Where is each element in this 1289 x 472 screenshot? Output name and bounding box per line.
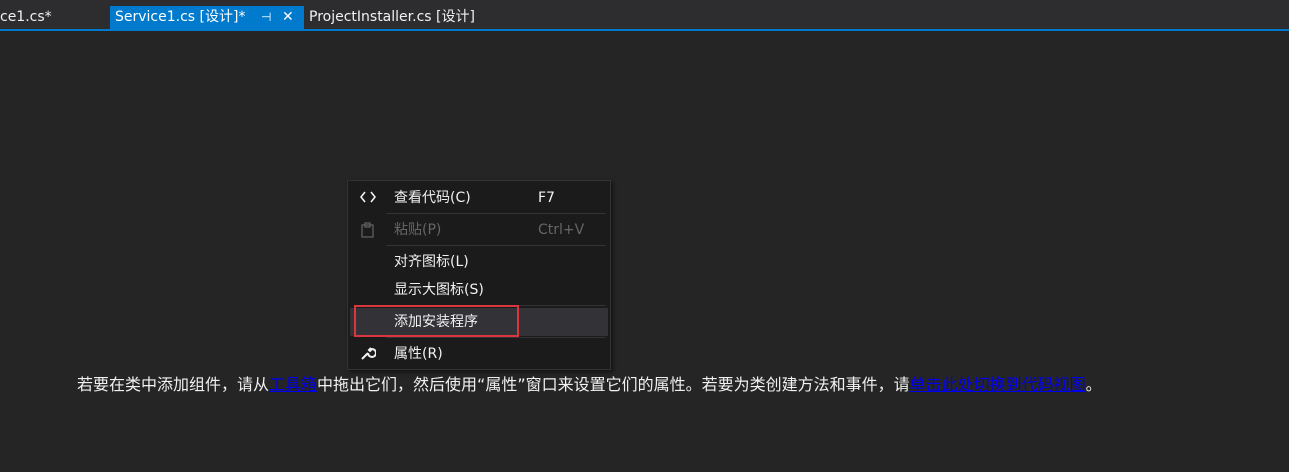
tab-service1-code[interactable]: ce1.cs*: [0, 6, 52, 29]
close-icon[interactable]: ✕: [282, 6, 294, 29]
menu-item-label: 显示大图标(S): [394, 282, 484, 298]
tab-label: ce1.cs*: [0, 9, 52, 25]
menu-item-view-code[interactable]: 查看代码(C) F7: [350, 185, 608, 211]
pin-icon[interactable]: ⊣: [261, 6, 271, 29]
designer-surface[interactable]: [0, 31, 1289, 472]
menu-item-label: 对齐图标(L): [394, 254, 469, 270]
tab-label: ProjectInstaller.cs [设计]: [309, 9, 475, 25]
menu-item-label: 属性(R): [394, 346, 443, 362]
hint-text-3: 。: [1085, 375, 1102, 394]
menu-item-label: 粘贴(P): [394, 222, 442, 238]
menu-item-show-large-icons[interactable]: 显示大图标(S): [350, 277, 608, 303]
code-icon: [358, 185, 378, 215]
menu-item-align-icons[interactable]: 对齐图标(L): [350, 249, 608, 275]
wrench-icon: [358, 341, 378, 371]
menu-separator: [386, 245, 606, 246]
menu-item-properties[interactable]: 属性(R): [350, 341, 608, 367]
code-view-link[interactable]: 单击此处切换到代码视图: [910, 375, 1086, 394]
tab-label: Service1.cs [设计]*: [115, 9, 246, 25]
tab-service1-design[interactable]: Service1.cs [设计]* ⊣ ✕: [110, 6, 304, 29]
toolbox-link[interactable]: 工具箱: [269, 375, 317, 394]
menu-item-shortcut: F7: [538, 190, 555, 206]
menu-item-paste[interactable]: 粘贴(P) Ctrl+V: [350, 217, 608, 243]
designer-hint-text: 若要在类中添加组件，请从工具箱中拖出它们，然后使用“属性”窗口来设置它们的属性。…: [77, 374, 1102, 396]
hint-text-1: 若要在类中添加组件，请从: [77, 375, 270, 394]
tab-projectinstaller-design[interactable]: ProjectInstaller.cs [设计]: [309, 6, 475, 29]
menu-item-label: 查看代码(C): [394, 190, 471, 206]
hint-text-2: 中拖出它们，然后使用“属性”窗口来设置它们的属性。若要为类创建方法和事件，请: [317, 375, 910, 394]
menu-separator: [386, 337, 606, 338]
document-tab-bar: ce1.cs* Service1.cs [设计]* ⊣ ✕ ProjectIns…: [0, 0, 1289, 31]
paste-icon: [358, 217, 378, 248]
context-menu: 查看代码(C) F7 粘贴(P) Ctrl+V 对齐图标(L) 显示大图标(S)…: [347, 180, 611, 370]
menu-separator: [386, 213, 606, 214]
highlight-box: [354, 305, 519, 337]
menu-item-shortcut: Ctrl+V: [538, 222, 585, 238]
